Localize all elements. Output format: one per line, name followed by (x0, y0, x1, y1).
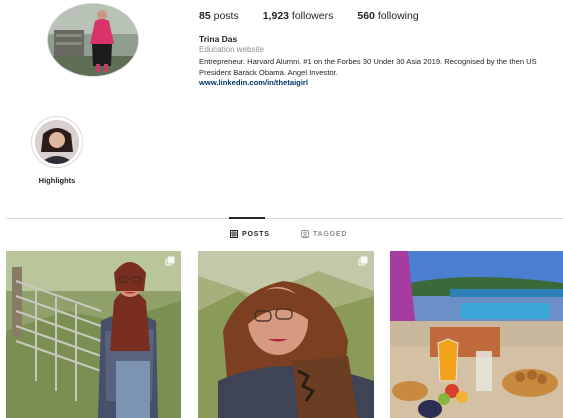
multiple-images-icon (165, 256, 175, 266)
avatar-photo (48, 4, 138, 76)
following-label: following (377, 10, 419, 22)
tag-icon (301, 230, 309, 238)
multiple-images-icon (358, 256, 368, 266)
active-tab-indicator (229, 217, 265, 219)
following-stat[interactable]: 560 following (357, 10, 418, 22)
tabs-divider (6, 218, 563, 219)
tab-tagged[interactable]: TAGGED (301, 230, 347, 238)
profile-avatar[interactable] (47, 3, 139, 77)
followers-stat[interactable]: 1,923 followers (263, 10, 334, 22)
highlight-item[interactable]: Highlights (30, 116, 84, 185)
post-photo-2 (198, 251, 374, 418)
post-thumbnail-1[interactable] (6, 251, 181, 418)
tab-tagged-label: TAGGED (313, 230, 348, 238)
post-photo-3 (390, 251, 563, 418)
profile-bio: Entrepreneur. Harvard Alumni. #1 on the … (199, 57, 537, 77)
tab-posts-label: POSTS (242, 230, 270, 238)
posts-count: 85 (199, 10, 211, 22)
profile-category: Education website (199, 45, 264, 54)
followers-count: 1,923 (262, 10, 289, 22)
posts-label: posts (213, 10, 239, 22)
highlight-label: Highlights (38, 176, 76, 185)
post-photo-1 (6, 251, 181, 418)
post-thumbnail-3[interactable] (390, 251, 563, 418)
posts-stat: 85 posts (199, 10, 239, 22)
highlight-ring (31, 116, 83, 168)
tab-posts[interactable]: POSTS (230, 230, 270, 238)
highlight-cover (35, 120, 79, 164)
grid-icon (230, 230, 238, 238)
profile-link[interactable]: www.linkedin.com/in/thetaigirl (199, 78, 308, 87)
highlight-photo (35, 120, 79, 164)
following-count: 560 (357, 10, 375, 22)
profile-stats: 85 posts 1,923 followers 560 following (199, 10, 443, 22)
followers-label: followers (291, 10, 334, 22)
post-thumbnail-2[interactable] (198, 251, 374, 418)
profile-name: Trina Das (199, 34, 238, 44)
